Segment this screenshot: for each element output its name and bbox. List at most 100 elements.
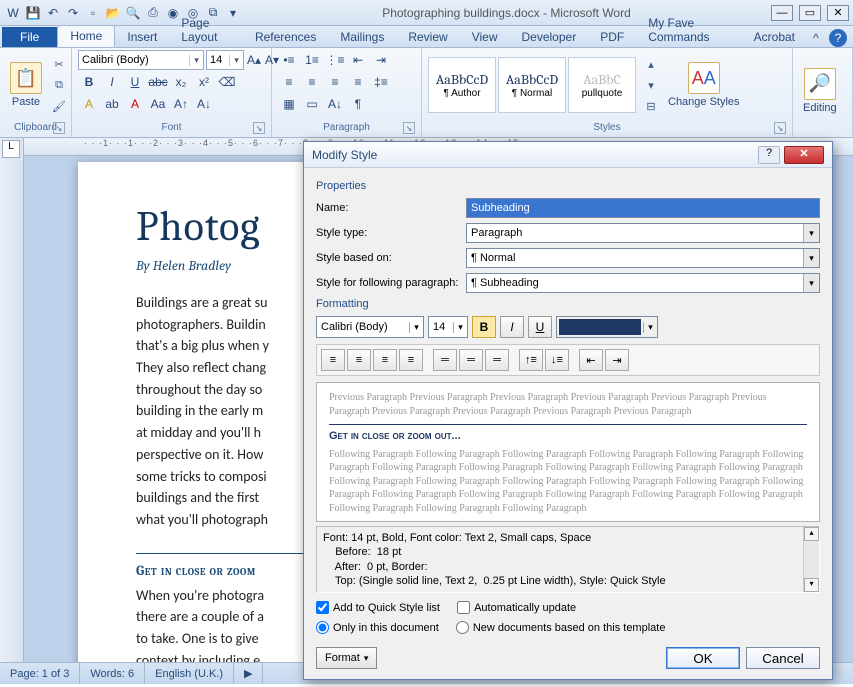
based-on-dropdown[interactable]: ¶ Normal▾ [466, 248, 820, 268]
undo-icon[interactable]: ↶ [44, 4, 62, 22]
print-icon[interactable]: ⎙ [144, 4, 162, 22]
description-scrollbar[interactable]: ▴ ▾ [803, 527, 819, 592]
bold-button[interactable]: B [78, 72, 100, 92]
style-type-dropdown[interactable]: Paragraph▾ [466, 223, 820, 243]
auto-update-checkbox[interactable]: Automatically update [457, 601, 576, 614]
grow-font-icon[interactable]: A▴ [246, 50, 262, 70]
file-tab[interactable]: File [2, 27, 57, 47]
dialog-titlebar[interactable]: Modify Style ? ✕ [304, 142, 832, 168]
paste-button[interactable]: 📋 Paste [6, 60, 46, 110]
change-styles-button[interactable]: AA Change Styles [664, 60, 744, 110]
tab-pdf[interactable]: PDF [588, 27, 636, 47]
align-center-icon[interactable]: ≡ [301, 72, 323, 92]
dlg-space-before-dec-icon[interactable]: ↓≡ [545, 349, 569, 371]
dlg-justify-icon[interactable]: ≡ [399, 349, 423, 371]
sort-icon[interactable]: A↓ [324, 94, 346, 114]
dlg-space-before-inc-icon[interactable]: ↑≡ [519, 349, 543, 371]
dlg-spacing-1-icon[interactable]: ═ [433, 349, 457, 371]
chevron-down-icon[interactable]: ▾ [453, 322, 467, 333]
open-icon[interactable]: 📂 [104, 4, 122, 22]
save-icon[interactable]: 💾 [24, 4, 42, 22]
numbering-icon[interactable]: 1≡ [301, 50, 323, 70]
grow-font-2-icon[interactable]: A↑ [170, 94, 192, 114]
styles-up-icon[interactable]: ▴ [641, 54, 661, 74]
style-pullquote[interactable]: AaBbCpullquote [568, 57, 636, 113]
tab-home[interactable]: Home [57, 25, 115, 47]
clear-format-icon[interactable]: ⌫ [216, 72, 238, 92]
close-window-button[interactable]: ✕ [827, 5, 849, 21]
styles-down-icon[interactable]: ▾ [641, 75, 661, 95]
bullets-icon[interactable]: •≡ [278, 50, 300, 70]
styles-more-icon[interactable]: ⊟ [641, 96, 661, 116]
name-input[interactable] [466, 198, 820, 218]
help-icon[interactable]: ? [829, 29, 847, 47]
paragraph-launcher-icon[interactable]: ↘ [403, 122, 415, 134]
new-docs-radio[interactable]: New documents based on this template [456, 621, 666, 634]
style-author[interactable]: AaBbCcD¶ Author [428, 57, 496, 113]
tab-mailings[interactable]: Mailings [328, 27, 396, 47]
font-color-icon[interactable]: A [124, 94, 146, 114]
dlg-inc-indent-icon[interactable]: ⇥ [605, 349, 629, 371]
style-normal[interactable]: AaBbCcD¶ Normal [498, 57, 566, 113]
dlg-size-combo[interactable]: ▾ [428, 316, 468, 338]
following-dropdown[interactable]: ¶ Subheading▾ [466, 273, 820, 293]
shading-icon[interactable]: ▦ [278, 94, 300, 114]
subscript-button[interactable]: x₂ [170, 72, 192, 92]
minimize-ribbon-icon[interactable]: ^ [807, 29, 825, 47]
cut-icon[interactable]: ✂ [49, 54, 69, 74]
copy-icon[interactable]: ⧉ [49, 75, 69, 95]
chevron-down-icon[interactable]: ▾ [229, 55, 243, 66]
multilevel-icon[interactable]: ⋮≡ [324, 50, 346, 70]
cancel-button[interactable]: Cancel [746, 647, 820, 669]
status-language[interactable]: English (U.K.) [145, 663, 234, 684]
dlg-spacing-15-icon[interactable]: ═ [459, 349, 483, 371]
dlg-font-color[interactable]: ▾ [556, 316, 658, 338]
text-effects-icon[interactable]: A [78, 94, 100, 114]
dlg-spacing-2-icon[interactable]: ═ [485, 349, 509, 371]
superscript-button[interactable]: x² [193, 72, 215, 92]
add-quick-style-checkbox[interactable]: Add to Quick Style list [316, 601, 440, 614]
borders-icon[interactable]: ▭ [301, 94, 323, 114]
justify-icon[interactable]: ≡ [347, 72, 369, 92]
chevron-down-icon[interactable]: ▾ [803, 224, 819, 242]
ok-button[interactable]: OK [666, 647, 740, 669]
tab-references[interactable]: References [243, 27, 328, 47]
format-menu-button[interactable]: Format ▾ [316, 647, 377, 669]
scroll-down-icon[interactable]: ▾ [804, 578, 819, 592]
tab-fave[interactable]: My Fave Commands [636, 13, 741, 47]
dlg-underline-button[interactable]: U [528, 316, 552, 338]
chevron-down-icon[interactable]: ▾ [643, 322, 657, 333]
strike-button[interactable]: abc [147, 72, 169, 92]
align-left-icon[interactable]: ≡ [278, 72, 300, 92]
change-case-icon[interactable]: Aa [147, 94, 169, 114]
dialog-help-button[interactable]: ? [758, 146, 780, 164]
tab-selector[interactable]: L [2, 140, 20, 158]
font-name-combo[interactable]: ▾ [78, 50, 204, 70]
show-marks-icon[interactable]: ¶ [347, 94, 369, 114]
chevron-down-icon[interactable]: ▾ [803, 274, 819, 292]
font-launcher-icon[interactable]: ↘ [253, 122, 265, 134]
tab-review[interactable]: Review [396, 27, 459, 47]
dlg-dec-indent-icon[interactable]: ⇤ [579, 349, 603, 371]
tab-view[interactable]: View [460, 27, 510, 47]
format-painter-icon[interactable]: 🖌 [49, 96, 69, 116]
tab-page-layout[interactable]: Page Layout [169, 13, 243, 47]
dlg-align-left-icon[interactable]: ≡ [321, 349, 345, 371]
dialog-close-button[interactable]: ✕ [784, 146, 824, 164]
dlg-align-right-icon[interactable]: ≡ [373, 349, 397, 371]
chevron-down-icon[interactable]: ▾ [189, 55, 203, 66]
shrink-font-2-icon[interactable]: A↓ [193, 94, 215, 114]
line-spacing-icon[interactable]: ‡≡ [370, 72, 392, 92]
restore-button[interactable]: ▭ [799, 5, 821, 21]
only-this-doc-radio[interactable]: Only in this document [316, 621, 439, 634]
highlight-icon[interactable]: ab [101, 94, 123, 114]
dlg-align-center-icon[interactable]: ≡ [347, 349, 371, 371]
font-size-combo[interactable]: ▾ [206, 50, 244, 70]
styles-launcher-icon[interactable]: ↘ [774, 122, 786, 134]
tab-developer[interactable]: Developer [510, 27, 589, 47]
tab-insert[interactable]: Insert [115, 27, 169, 47]
italic-button[interactable]: I [101, 72, 123, 92]
dlg-italic-button[interactable]: I [500, 316, 524, 338]
preview-icon[interactable]: 🔍 [124, 4, 142, 22]
dec-indent-icon[interactable]: ⇤ [347, 50, 369, 70]
